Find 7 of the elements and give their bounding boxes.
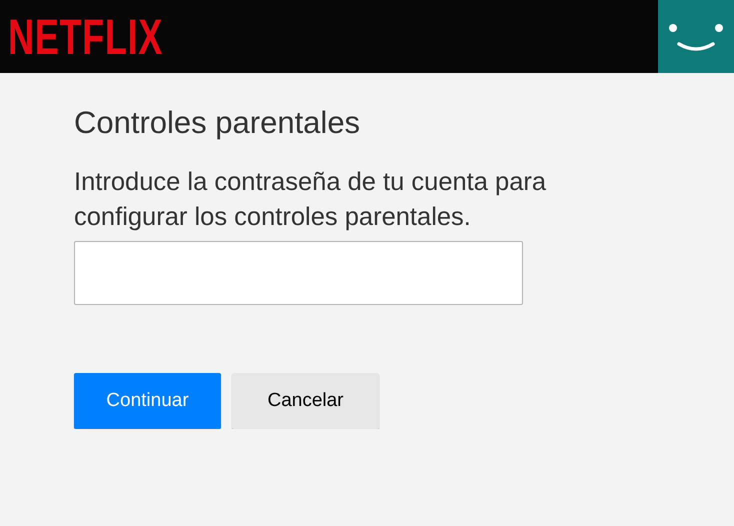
- profile-avatar[interactable]: [658, 0, 734, 73]
- continue-button[interactable]: Continuar: [74, 373, 221, 429]
- instructions-text: Introduce la contraseña de tu cuenta para configurar los controles parentales.: [74, 167, 548, 233]
- logo: NETFLIX: [8, 12, 164, 62]
- page-title: Controles parentales: [74, 104, 360, 142]
- cancel-button[interactable]: Cancelar: [232, 373, 379, 429]
- password-field[interactable]: [74, 241, 523, 305]
